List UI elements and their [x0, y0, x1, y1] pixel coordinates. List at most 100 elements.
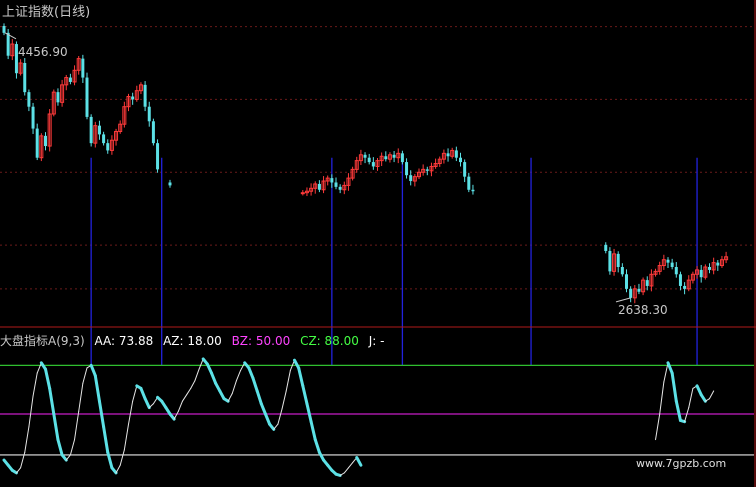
candle-down	[708, 267, 711, 270]
oscillator-segment-falling	[52, 412, 60, 442]
oscillator-segment-rising	[123, 423, 129, 451]
candle-down	[637, 288, 641, 292]
candle-down	[338, 186, 342, 190]
oscillator-segment-rising	[194, 368, 200, 382]
oscillator-segment-falling	[222, 397, 230, 403]
candle-down	[97, 125, 101, 135]
oscillator-segment-falling	[674, 399, 682, 422]
candle-down	[367, 157, 371, 163]
indicator-aa-value: AA: 73.88	[94, 334, 154, 348]
oscillator-segment-rising	[190, 380, 196, 389]
candle-down	[102, 134, 106, 144]
oscillator-segment-rising	[684, 407, 690, 423]
candle-down	[6, 32, 10, 56]
candle-down	[670, 262, 674, 267]
oscillator-segment-falling	[666, 361, 674, 375]
oscillator-segment-rising	[688, 387, 694, 409]
oscillator-segment-rising	[285, 369, 291, 392]
candle-down	[425, 169, 429, 171]
oscillator-segment-rising	[347, 462, 354, 469]
candle-down	[616, 253, 620, 267]
oscillator-segment-falling	[699, 393, 707, 403]
candle-down	[459, 157, 462, 163]
oscillator-segment-rising	[231, 380, 237, 395]
oscillator-segment-falling	[210, 371, 218, 385]
candle-down	[35, 128, 39, 158]
oscillator-segment-rising	[128, 400, 134, 425]
oscillator-segment-rising	[119, 449, 125, 466]
oscillator-segment-rising	[15, 467, 22, 474]
oscillator-segment-rising	[343, 467, 349, 474]
oscillator-segment-falling	[678, 418, 687, 424]
oscillator-segment-rising	[74, 410, 80, 441]
oscillator-segment-falling	[247, 366, 255, 380]
candle-down	[151, 121, 155, 144]
indicator-cz-value: CZ: 88.00	[300, 334, 359, 348]
candle-down	[106, 143, 110, 151]
high-price-annotation: 4456.90	[18, 45, 68, 59]
oscillator-segment-falling	[139, 386, 147, 401]
oscillator-segment-rising	[273, 423, 279, 430]
candle-down	[27, 92, 31, 107]
oscillator-segment-rising	[32, 372, 38, 397]
candle-down	[625, 274, 628, 289]
candle-down	[31, 106, 35, 129]
candle-down	[604, 244, 608, 251]
indicator-reference-lines	[0, 364, 754, 456]
oscillator-segment-rising	[69, 439, 76, 456]
candle-down	[89, 116, 93, 144]
oscillator-segment-rising	[24, 426, 30, 453]
oscillator-segment-rising	[281, 390, 287, 410]
candle-down	[131, 96, 135, 100]
low-annotation-pointer	[615, 297, 631, 303]
oscillator-segment-rising	[28, 395, 34, 428]
candle-down	[405, 162, 409, 176]
oscillator-segment-rising	[177, 400, 183, 412]
candle-down	[363, 154, 367, 158]
candle-down	[446, 153, 450, 157]
chart-title: 上证指数(日线)	[2, 5, 91, 20]
candle-down	[384, 156, 388, 160]
oscillator-segment-falling	[10, 468, 18, 475]
candle-down	[699, 269, 703, 278]
oscillator-segment-falling	[268, 422, 276, 431]
oscillator-segment-falling	[313, 438, 321, 454]
candle-down	[81, 58, 85, 78]
candle-down	[645, 280, 649, 286]
candle-down	[674, 267, 678, 275]
oscillator-segment-rising	[173, 410, 179, 420]
oscillator-segment-falling	[93, 374, 101, 403]
candle-down	[334, 182, 338, 187]
oscillator-segment-rising	[227, 393, 233, 402]
candle-down	[666, 259, 670, 263]
low-price-annotation: 2638.30	[618, 303, 668, 317]
indicator-j-value: J: -	[368, 334, 385, 348]
candle-down	[371, 162, 375, 167]
oscillator-segment-falling	[334, 472, 342, 477]
oscillator-segment-falling	[60, 453, 68, 462]
oscillator-segment-falling	[297, 366, 305, 388]
candle-down	[44, 135, 47, 147]
oscillator-segment-falling	[305, 402, 313, 424]
oscillator-segment-falling	[255, 389, 263, 406]
oscillator-segment-falling	[143, 397, 151, 410]
candlestick-series	[2, 23, 729, 304]
oscillator-segment-rising	[78, 382, 84, 412]
oscillator-segment-rising	[277, 408, 283, 425]
oscillator-segment-falling	[309, 420, 317, 442]
candle-down	[620, 267, 624, 275]
candle-down	[85, 77, 89, 117]
oscillator-segment-rising	[709, 390, 715, 400]
oscillator-segment-falling	[259, 402, 267, 416]
oscillator-segment-rising	[659, 381, 665, 415]
candle-down	[608, 250, 612, 272]
oscillator-segment-falling	[168, 412, 176, 421]
chart-canvas	[0, 0, 756, 487]
oscillator-segment-rising	[186, 387, 192, 396]
oscillator-segment-falling	[670, 371, 678, 403]
oscillator-segment-rising	[181, 394, 188, 402]
candle-down	[330, 178, 334, 183]
oscillator-segment-falling	[102, 425, 110, 454]
oscillator-segment-rising	[132, 385, 138, 402]
candle-down	[683, 285, 687, 289]
